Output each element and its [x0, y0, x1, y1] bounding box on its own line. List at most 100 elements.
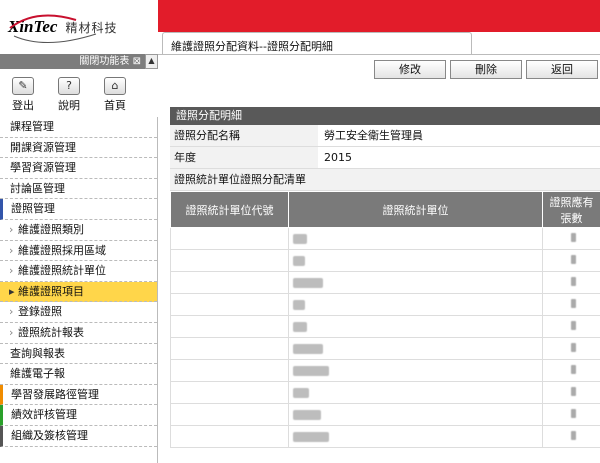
table-row — [170, 359, 600, 382]
table-row — [170, 249, 600, 272]
logo-swoosh-icon — [9, 14, 97, 43]
redacted-text — [571, 277, 576, 286]
cell-unit — [288, 337, 543, 360]
redacted-text — [293, 300, 305, 310]
column-header-unit: 證照統計單位 — [288, 191, 543, 228]
sidebar-item-certificate[interactable]: 證照管理 — [0, 199, 157, 220]
cell-unit-code — [170, 337, 289, 360]
cell-count — [542, 315, 600, 338]
cell-count — [542, 249, 600, 272]
cell-unit — [288, 271, 543, 294]
cell-unit — [288, 293, 543, 316]
top-banner — [158, 0, 600, 32]
cell-unit-code — [170, 227, 289, 250]
edit-button[interactable]: 修改 — [374, 60, 446, 79]
field-label: 證照分配名稱 — [170, 125, 318, 146]
tab-cert-allocation-detail[interactable]: 維護證照分配資料--證照分配明細 — [162, 32, 472, 54]
cell-unit — [288, 381, 543, 404]
logout-button[interactable]: ✎ 登出 — [0, 69, 46, 117]
sidebar-item-performance[interactable]: 績效評核管理 — [0, 405, 157, 426]
tab-divider — [158, 54, 600, 55]
cell-count — [542, 403, 600, 426]
redacted-text — [293, 432, 329, 442]
table-row — [170, 227, 600, 250]
close-icon: ⊠ — [132, 56, 141, 67]
cell-unit — [288, 315, 543, 338]
cell-unit-code — [170, 359, 289, 382]
quick-actions: ✎ 登出 ? 說明 ⌂ 首頁 — [0, 69, 158, 117]
toolbar: 修改 刪除 返回 — [158, 60, 600, 80]
cell-unit-code — [170, 249, 289, 272]
redacted-text — [293, 322, 307, 332]
close-menu-button[interactable]: 關閉功能表 ⊠ — [0, 54, 145, 69]
cell-count — [542, 425, 600, 448]
cell-count — [542, 271, 600, 294]
company-logo: XinTec 精材科技 — [0, 0, 158, 54]
cell-unit — [288, 249, 543, 272]
sidebar-item-cert-item[interactable]: 維護證照項目 — [0, 281, 157, 303]
scroll-up-arrow-icon[interactable]: ▲ — [145, 54, 158, 69]
help-button[interactable]: ? 說明 — [46, 69, 92, 117]
redacted-text — [293, 366, 329, 376]
table-row — [170, 315, 600, 338]
sidebar-item-class-resource[interactable]: 開課資源管理 — [0, 138, 157, 159]
cell-unit-code — [170, 293, 289, 316]
redacted-text — [293, 344, 323, 354]
sidebar: 課程管理 開課資源管理 學習資源管理 討論區管理 證照管理 維護證照類別 維護證… — [0, 117, 158, 463]
sidebar-item-cert-register[interactable]: 登錄證照 — [0, 302, 157, 323]
redacted-text — [293, 256, 305, 266]
redacted-text — [571, 365, 576, 374]
sidebar-item-cert-unit[interactable]: 維護證照統計單位 — [0, 261, 157, 282]
redacted-text — [293, 388, 309, 398]
cell-count — [542, 293, 600, 316]
field-value: 勞工安全衛生管理員 — [318, 125, 600, 146]
sidebar-item-learning-path[interactable]: 學習發展路徑管理 — [0, 384, 157, 406]
table-row — [170, 403, 600, 426]
logout-label: 登出 — [12, 99, 34, 112]
back-button[interactable]: 返回 — [526, 60, 598, 79]
cell-unit — [288, 403, 543, 426]
redacted-text — [571, 233, 576, 242]
sidebar-item-forum[interactable]: 討論區管理 — [0, 179, 157, 200]
redacted-text — [571, 387, 576, 396]
cell-unit — [288, 359, 543, 382]
field-value: 2015 — [318, 147, 600, 168]
help-label: 說明 — [58, 99, 80, 112]
column-header-count: 證照應有張數 — [542, 191, 600, 228]
redacted-text — [293, 234, 307, 244]
table-row — [170, 425, 600, 448]
redacted-text — [571, 431, 576, 440]
cell-count — [542, 381, 600, 404]
cell-unit-code — [170, 381, 289, 404]
allocation-table: 證照統計單位代號 證照統計單位 證照應有張數 — [170, 191, 600, 448]
cell-unit-code — [170, 271, 289, 294]
app-window: XinTec 精材科技 關閉功能表 ⊠ ▲ ✎ 登出 ? 說明 ⌂ 首頁 課程管… — [0, 0, 600, 463]
sidebar-item-cert-category[interactable]: 維護證照類別 — [0, 220, 157, 241]
logout-icon: ✎ — [12, 77, 34, 95]
table-header-row: 證照統計單位代號 證照統計單位 證照應有張數 — [170, 191, 600, 228]
sidebar-item-course[interactable]: 課程管理 — [0, 117, 157, 138]
redacted-text — [571, 343, 576, 352]
table-row — [170, 293, 600, 316]
help-icon: ? — [58, 77, 80, 95]
cell-unit — [288, 227, 543, 250]
table-row — [170, 271, 600, 294]
section-title: 證照分配明細 — [170, 107, 600, 125]
home-button[interactable]: ⌂ 首頁 — [92, 69, 138, 117]
field-label: 年度 — [170, 147, 318, 168]
redacted-text — [571, 409, 576, 418]
sidebar-item-query-report[interactable]: 查詢與報表 — [0, 344, 157, 365]
redacted-text — [571, 299, 576, 308]
delete-button[interactable]: 刪除 — [450, 60, 522, 79]
table-body — [170, 227, 600, 448]
column-header-unit-code: 證照統計單位代號 — [170, 191, 289, 228]
sidebar-item-cert-region[interactable]: 維護證照採用區域 — [0, 241, 157, 262]
cell-count — [542, 227, 600, 250]
sidebar-item-cert-report[interactable]: 證照統計報表 — [0, 323, 157, 344]
list-title: 證照統計單位證照分配清單 — [170, 169, 600, 191]
table-row — [170, 337, 600, 360]
sidebar-item-organization[interactable]: 組織及簽核管理 — [0, 425, 157, 447]
sidebar-item-learning-resource[interactable]: 學習資源管理 — [0, 158, 157, 179]
close-menu-label: 關閉功能表 — [79, 56, 130, 67]
sidebar-item-newsletter[interactable]: 維護電子報 — [0, 364, 157, 385]
